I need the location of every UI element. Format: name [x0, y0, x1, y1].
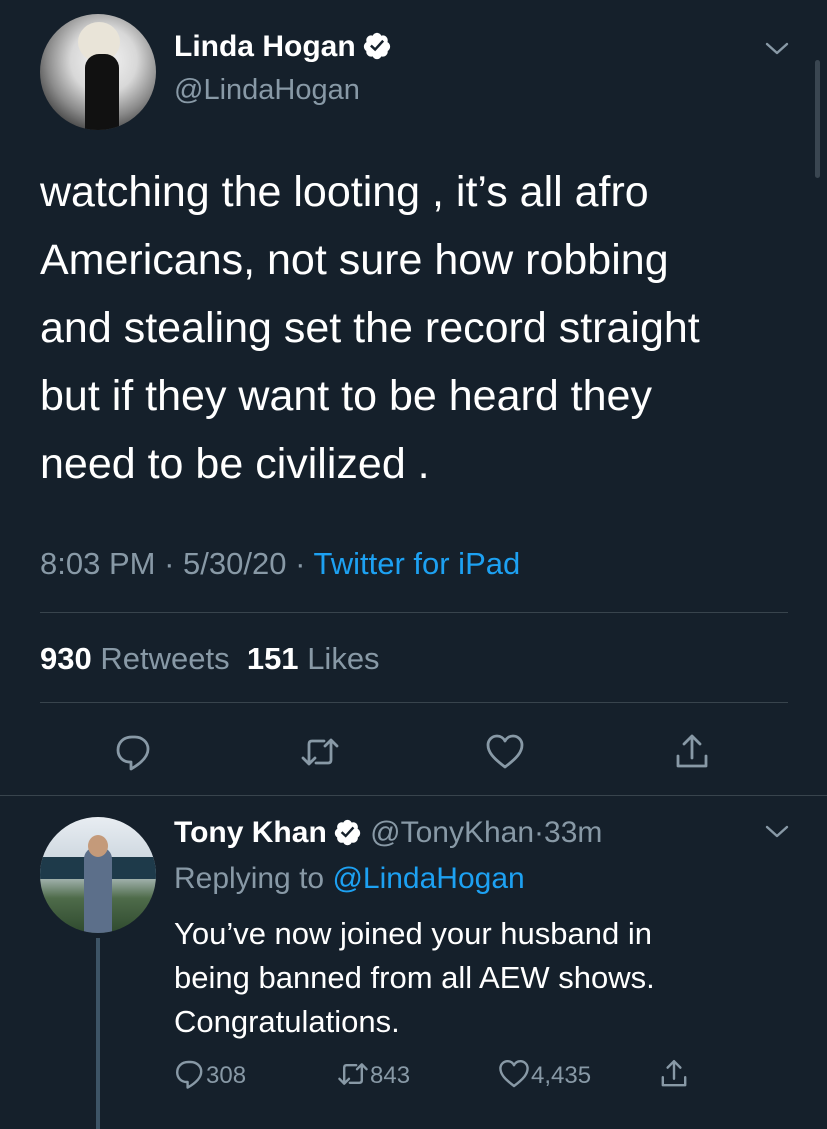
thread-line — [96, 938, 100, 1129]
reply-handle[interactable]: @TonyKhan — [370, 816, 534, 849]
like-icon[interactable] — [485, 732, 525, 772]
reply-tweet-text: You’ve now joined your husband in being … — [174, 916, 655, 1039]
divider — [40, 612, 788, 613]
like-icon — [499, 1060, 529, 1088]
divider — [40, 702, 788, 703]
tweet-time[interactable]: 8:03 PM — [40, 546, 155, 581]
reply-count: 308 — [206, 1062, 247, 1089]
replying-to-link[interactable]: @LindaHogan — [332, 862, 524, 895]
reply-icon[interactable] — [114, 732, 154, 772]
divider — [0, 795, 827, 796]
main-tweet-author[interactable]: Linda Hogan — [174, 30, 392, 64]
main-tweet-handle[interactable]: @LindaHogan — [174, 73, 360, 107]
reply-like-button[interactable]: 4,435 — [497, 1058, 591, 1094]
share-icon — [661, 1060, 687, 1087]
tweet-source-link[interactable]: Twitter for iPad — [313, 546, 520, 581]
tweet-date[interactable]: 5/30/20 — [183, 546, 286, 581]
main-tweet-text: watching the looting , it’s all afro Ame… — [40, 168, 700, 488]
reply-tweet-header: Tony Khan @TonyKhan·33m — [174, 816, 603, 849]
reply-age[interactable]: 33m — [544, 816, 602, 849]
retweet-icon[interactable] — [300, 732, 340, 772]
likes-stat[interactable]: 151 Likes — [247, 641, 380, 676]
scrollbar[interactable] — [815, 60, 820, 178]
reply-reply-button[interactable]: 308 — [174, 1058, 246, 1094]
share-icon[interactable] — [672, 732, 712, 772]
avatar-linda-hogan[interactable] — [40, 14, 156, 130]
like-count: 4,435 — [531, 1062, 592, 1089]
verified-badge-icon — [334, 819, 360, 846]
tweet-meta: 8:03 PM · 5/30/20 · Twitter for iPad — [40, 546, 521, 581]
avatar-tony-khan[interactable] — [40, 817, 156, 933]
tweet-stats: 930 Retweets 151 Likes — [40, 640, 380, 678]
reply-share-button[interactable] — [658, 1058, 690, 1094]
reply-retweet-button[interactable]: 843 — [336, 1058, 410, 1094]
retweets-stat[interactable]: 930 Retweets — [40, 641, 230, 676]
retweet-icon — [338, 1063, 368, 1085]
retweet-count: 843 — [370, 1062, 411, 1089]
reply-display-name[interactable]: Tony Khan — [174, 816, 327, 849]
display-name[interactable]: Linda Hogan — [174, 30, 356, 63]
replying-to: Replying to @LindaHogan — [174, 862, 525, 895]
verified-badge-icon — [363, 32, 390, 60]
reply-icon — [176, 1060, 203, 1089]
chevron-down-icon[interactable] — [765, 42, 789, 56]
chevron-down-icon[interactable] — [765, 825, 789, 839]
